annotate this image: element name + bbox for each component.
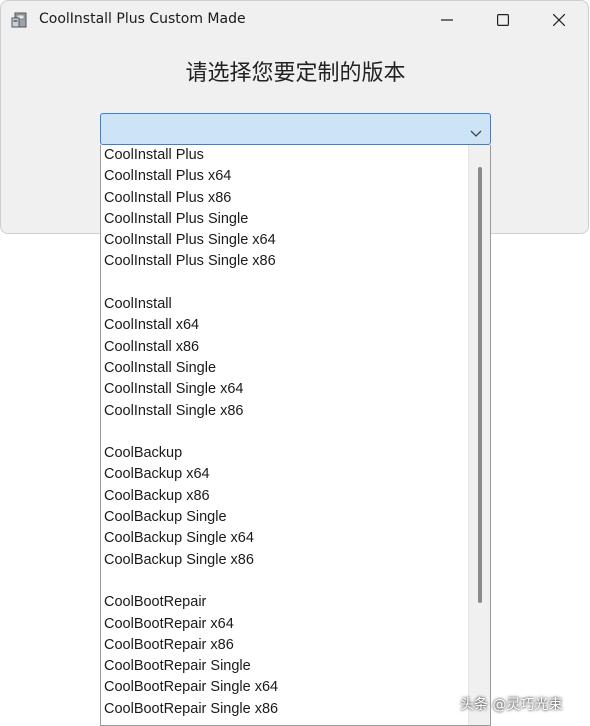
list-item[interactable]: CoolBootRepair [101, 592, 469, 613]
list-item[interactable]: CoolInstall Plus x86 [101, 188, 469, 209]
list-item[interactable]: CoolBootRepair Single [101, 656, 469, 677]
maximize-icon [497, 14, 509, 26]
list-item[interactable]: CoolBootRepair x86 [101, 635, 469, 656]
list-item[interactable]: CoolInstall x64 [101, 315, 469, 336]
list-item[interactable]: CoolBackup Single x64 [101, 528, 469, 549]
list-item[interactable]: CoolInstall Plus x64 [101, 166, 469, 187]
list-item[interactable]: CoolBackup [101, 443, 469, 464]
list-item[interactable]: CoolInstall Plus Single [101, 209, 469, 230]
list-separator [101, 422, 469, 443]
list-item[interactable]: CoolBootRepair x64 [101, 614, 469, 635]
minimize-button[interactable] [419, 1, 475, 39]
chevron-down-icon [470, 124, 482, 143]
maximize-button[interactable] [475, 1, 531, 39]
app-installer-icon [11, 11, 29, 29]
list-separator [101, 273, 469, 294]
list-item[interactable]: CoolBootRepair Single x86 [101, 699, 469, 720]
list-item[interactable]: CoolInstall Plus Single x86 [101, 251, 469, 272]
list-item[interactable]: CoolInstall Plus [101, 145, 469, 166]
list-item[interactable]: CoolBackup Single [101, 507, 469, 528]
page-heading: 请选择您要定制的版本 [185, 61, 406, 86]
vertical-scrollbar[interactable] [468, 145, 490, 725]
list-item[interactable]: CoolInstall Single x64 [101, 379, 469, 400]
list-item[interactable]: CoolInstall Single [101, 358, 469, 379]
version-dropdown-list[interactable]: CoolInstall Plus CoolInstall Plus x64 Cool… [100, 145, 491, 726]
watermark-text: 头条 @灵巧光束 [460, 697, 563, 713]
close-button[interactable] [531, 1, 587, 39]
close-icon [553, 14, 565, 26]
minimize-icon [441, 19, 453, 21]
list-item[interactable]: CoolBootRepair Single x64 [101, 677, 469, 698]
version-combobox[interactable] [100, 113, 491, 145]
list-item[interactable]: CoolInstall x86 [101, 337, 469, 358]
list-item[interactable]: CoolInstall Single x86 [101, 401, 469, 422]
list-item[interactable]: CoolBackup Single x86 [101, 550, 469, 571]
list-separator [101, 571, 469, 592]
dropdown-items: CoolInstall Plus CoolInstall Plus x64 Cool… [101, 145, 469, 720]
list-item[interactable]: CoolBackup x64 [101, 464, 469, 485]
list-item[interactable]: CoolBackup x86 [101, 486, 469, 507]
list-item[interactable]: CoolInstall Plus Single x64 [101, 230, 469, 251]
window-title: CoolInstall Plus Custom Made [39, 11, 246, 27]
scrollbar-thumb[interactable] [478, 167, 482, 603]
title-bar[interactable]: CoolInstall Plus Custom Made [1, 1, 588, 39]
list-item[interactable]: CoolInstall [101, 294, 469, 315]
